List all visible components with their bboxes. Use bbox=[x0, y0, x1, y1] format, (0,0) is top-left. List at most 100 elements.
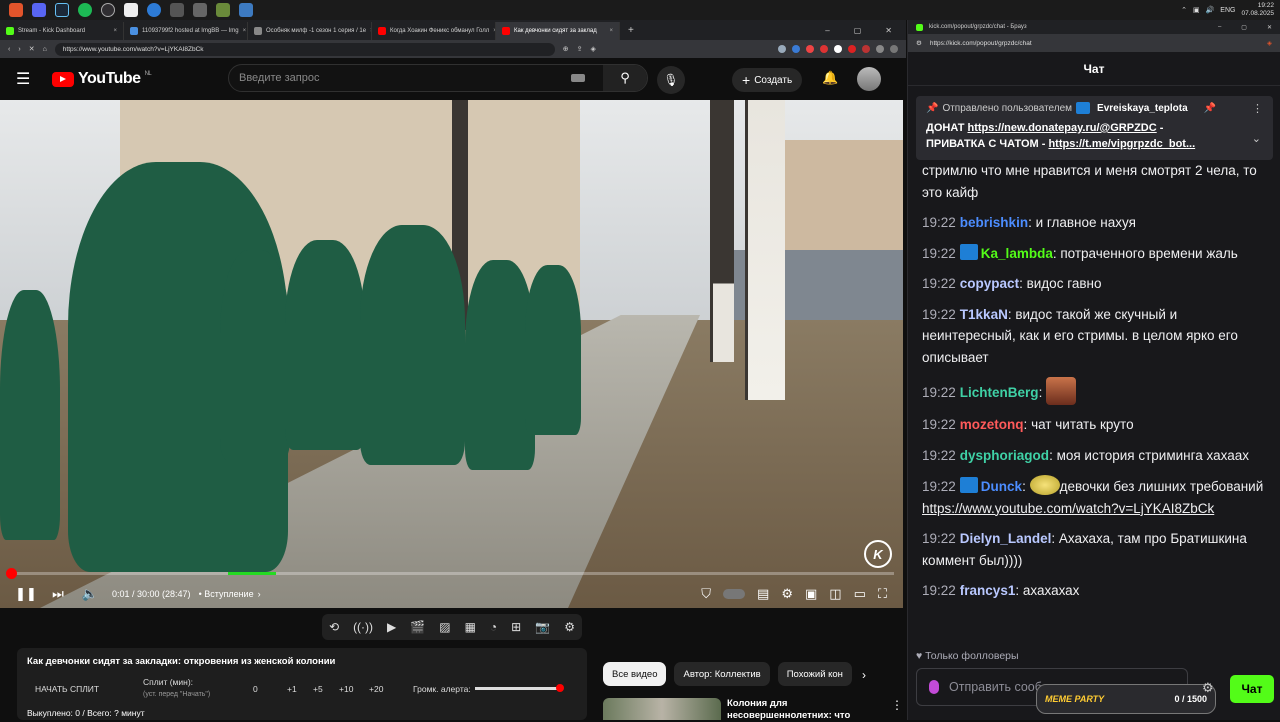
scrubber-handle[interactable] bbox=[6, 568, 17, 579]
progress-bar[interactable] bbox=[6, 568, 894, 579]
pause-icon[interactable]: ❚❚ bbox=[10, 586, 42, 602]
meme-party-widget[interactable]: MEME PARTY 0 / 1500 bbox=[1036, 684, 1216, 714]
spotify-icon[interactable] bbox=[78, 3, 92, 17]
username[interactable]: copypact bbox=[960, 276, 1019, 291]
chat-message[interactable]: 19:22 Dielyn_Landel: Ахахаха, там про Бра… bbox=[922, 528, 1272, 571]
chevron-right-icon[interactable]: › bbox=[862, 668, 866, 682]
steam-icon[interactable] bbox=[55, 3, 69, 17]
chat-message[interactable]: 19:22 mozetonq: чат читать круто bbox=[922, 414, 1272, 436]
chevron-down-icon[interactable]: ⌄ bbox=[1252, 132, 1261, 145]
username[interactable]: mozetonq bbox=[960, 417, 1024, 432]
username[interactable]: francys1 bbox=[960, 583, 1016, 598]
channel-watermark[interactable]: K bbox=[864, 540, 892, 568]
search-input[interactable]: Введите запрос ⚲ bbox=[228, 64, 648, 92]
close-icon[interactable]: × bbox=[243, 28, 247, 34]
extension-icon[interactable] bbox=[820, 45, 828, 53]
more-icon[interactable]: ⋮ bbox=[891, 698, 903, 720]
voice-search-button[interactable]: 🎙 bbox=[657, 66, 685, 94]
donate-link[interactable]: https://new.donatepay.ru/@GRPZDC bbox=[968, 122, 1157, 134]
username[interactable]: Dunck bbox=[981, 479, 1022, 494]
volume-icon[interactable]: 🔈 bbox=[74, 586, 106, 602]
send-chat-button[interactable]: Чат bbox=[1230, 675, 1274, 703]
chevron-up-icon[interactable]: ⌃ bbox=[1181, 6, 1187, 14]
subtitles-icon[interactable]: ▤ bbox=[757, 586, 769, 602]
capcut-icon[interactable] bbox=[124, 3, 138, 17]
step-button[interactable]: +10 bbox=[339, 684, 369, 694]
network-icon[interactable]: ▣ bbox=[1193, 6, 1200, 14]
username[interactable]: dysphoriagod bbox=[960, 448, 1049, 463]
audio-icon[interactable]: ((·)) bbox=[353, 620, 373, 634]
recommended-video[interactable]: Колония для несовершеннолетних: что ⋮ bbox=[603, 698, 903, 721]
app-icon-10[interactable] bbox=[216, 3, 230, 17]
video-thumbnail[interactable] bbox=[603, 698, 721, 720]
close-window-icon[interactable]: ✕ bbox=[885, 26, 892, 35]
chat-message[interactable]: 19:22 Ka_lambda: потраченного времени жал… bbox=[922, 243, 1272, 265]
pinned-message[interactable]: 📌 Отправлено пользователем Evreiskaya_te… bbox=[916, 96, 1273, 160]
extension-icon[interactable] bbox=[862, 45, 870, 53]
chat-message[interactable]: 19:22 copypact: видос гавно bbox=[922, 273, 1272, 295]
close-icon[interactable]: × bbox=[609, 28, 613, 34]
step-button[interactable]: +1 bbox=[287, 684, 313, 694]
forward-icon[interactable]: › bbox=[18, 46, 20, 53]
more-icon[interactable]: ⋮ bbox=[1252, 102, 1263, 115]
loop-icon[interactable]: ⟲ bbox=[329, 620, 339, 634]
alert-volume-slider[interactable] bbox=[474, 684, 564, 692]
obs-icon[interactable] bbox=[101, 3, 115, 17]
app-icon-7[interactable] bbox=[147, 3, 161, 17]
extension-icon[interactable] bbox=[890, 45, 898, 53]
extension-icon[interactable] bbox=[792, 45, 800, 53]
new-tab-icon[interactable]: + bbox=[620, 25, 642, 40]
emote-icon[interactable] bbox=[1046, 377, 1077, 405]
gear-icon[interactable]: ⚙ bbox=[1202, 680, 1214, 696]
minimize-icon[interactable]: – bbox=[825, 26, 829, 35]
zoom-icon[interactable]: ⊕ bbox=[563, 45, 569, 53]
home-icon[interactable]: ⌂ bbox=[43, 46, 47, 53]
next-icon[interactable]: ⏭ bbox=[42, 586, 74, 602]
language-indicator[interactable]: ENG bbox=[1220, 7, 1235, 14]
keyboard-icon[interactable] bbox=[571, 74, 585, 82]
extension-icon[interactable] bbox=[834, 45, 842, 53]
brave-shield-icon[interactable]: ◈ bbox=[591, 45, 596, 53]
video-player[interactable]: K ❚❚ ⏭ 🔈 0:01 / 30:00 (28:47) • Вступлен… bbox=[0, 100, 903, 608]
username[interactable]: LichtenBerg bbox=[960, 385, 1039, 400]
site-info-icon[interactable]: ⚙ bbox=[916, 39, 922, 47]
username[interactable]: T1kkaN bbox=[960, 307, 1008, 322]
maximize-icon[interactable]: ▢ bbox=[854, 26, 862, 35]
chapter-title[interactable]: • Вступление bbox=[199, 589, 254, 599]
image-icon[interactable]: ▨ bbox=[439, 620, 450, 634]
extension-icon[interactable] bbox=[778, 45, 786, 53]
playlist-icon[interactable]: ▶ bbox=[387, 620, 396, 634]
settings-icon[interactable]: ⚙ bbox=[781, 586, 793, 602]
avatar[interactable] bbox=[857, 67, 881, 91]
minimize-icon[interactable]: – bbox=[1218, 24, 1221, 30]
app-icon-11[interactable] bbox=[239, 3, 253, 17]
pinned-user[interactable]: Evreiskaya_teplota bbox=[1097, 103, 1188, 114]
fullscreen-icon[interactable]: ⛶ bbox=[878, 586, 887, 602]
discord-icon[interactable] bbox=[32, 3, 46, 17]
chat-url[interactable]: https://kick.com/popout/grpzdc/chat bbox=[930, 40, 1032, 47]
step-button[interactable]: +20 bbox=[369, 684, 413, 694]
autoplay-toggle[interactable] bbox=[723, 589, 746, 599]
gear-icon[interactable]: ⚙ bbox=[564, 620, 575, 634]
username[interactable]: bebrishkin bbox=[960, 215, 1028, 230]
speed-icon[interactable]: ◔ bbox=[490, 620, 497, 634]
volume-icon[interactable]: 🔊 bbox=[1206, 6, 1215, 14]
clock[interactable]: 19:22 07.08.2025 bbox=[1241, 2, 1274, 18]
close-window-icon[interactable]: ✕ bbox=[1267, 24, 1272, 31]
chat-message[interactable]: стримлю что мне нравится и меня смотрят … bbox=[922, 160, 1272, 203]
camera-icon[interactable]: 📷 bbox=[535, 620, 550, 634]
extension-icon[interactable] bbox=[848, 45, 856, 53]
brave-icon[interactable] bbox=[9, 3, 23, 17]
chip-all-videos[interactable]: Все видео bbox=[603, 662, 667, 686]
share-icon[interactable]: ⇪ bbox=[577, 45, 583, 53]
microphone-icon[interactable] bbox=[929, 680, 939, 694]
sponsorblock-icon[interactable]: ⛉ bbox=[701, 586, 711, 602]
step-button[interactable]: +5 bbox=[313, 684, 339, 694]
maximize-icon[interactable]: ▢ bbox=[1241, 24, 1247, 31]
browser-tab[interactable]: Когда Хоакин Феникс обманул Голл× bbox=[372, 22, 496, 40]
chat-message[interactable]: 19:22 bebrishkin: и главное нахуя bbox=[922, 212, 1272, 234]
brave-shield-icon[interactable]: ◈ bbox=[1267, 39, 1272, 47]
back-icon[interactable]: ‹ bbox=[8, 46, 10, 53]
close-icon[interactable]: × bbox=[113, 28, 117, 34]
browser-tab[interactable]: Stream - Kick Dashboard × bbox=[0, 22, 124, 40]
